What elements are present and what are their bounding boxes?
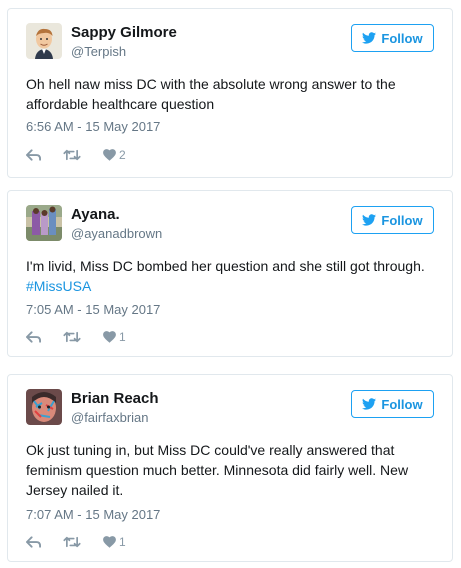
follow-label: Follow bbox=[381, 30, 423, 46]
reply-button[interactable] bbox=[26, 536, 41, 548]
tweet-actions: 1 bbox=[26, 532, 148, 552]
follow-button[interactable]: Follow bbox=[351, 24, 434, 52]
bird-icon bbox=[362, 214, 377, 226]
like-button[interactable]: 1 bbox=[103, 330, 126, 344]
follow-label: Follow bbox=[381, 396, 423, 412]
user-handle[interactable]: @ayanadbrown bbox=[71, 226, 162, 241]
reply-button[interactable] bbox=[26, 149, 41, 161]
timestamp[interactable]: 7:05 AM - 15 May 2017 bbox=[26, 302, 160, 317]
reply-icon bbox=[26, 331, 41, 343]
like-icon bbox=[103, 536, 116, 548]
tweet-card: Ayana. @ayanadbrown Follow I'm livid, Mi… bbox=[7, 190, 453, 357]
user-name[interactable]: Ayana. bbox=[71, 206, 120, 223]
tweet-body: Ok just tuning in, but Miss DC could've … bbox=[26, 442, 409, 498]
avatar[interactable] bbox=[26, 389, 62, 425]
tweet-actions: 1 bbox=[26, 327, 148, 347]
follow-button[interactable]: Follow bbox=[351, 390, 434, 418]
user-name[interactable]: Brian Reach bbox=[71, 390, 159, 407]
tweet-text: Oh hell naw miss DC with the absolute wr… bbox=[26, 74, 436, 114]
like-count: 1 bbox=[119, 330, 126, 344]
tweet-actions: 2 bbox=[26, 145, 148, 165]
retweet-button[interactable] bbox=[63, 331, 81, 343]
retweet-icon bbox=[63, 149, 81, 161]
reply-icon bbox=[26, 536, 41, 548]
bird-icon bbox=[362, 398, 377, 410]
timestamp[interactable]: 6:56 AM - 15 May 2017 bbox=[26, 119, 160, 134]
tweet-text: Ok just tuning in, but Miss DC could've … bbox=[26, 440, 436, 500]
tweet-text: I'm livid, Miss DC bombed her question a… bbox=[26, 256, 436, 296]
bird-icon bbox=[362, 32, 377, 44]
avatar[interactable] bbox=[26, 23, 62, 59]
tweet-card: Brian Reach @fairfaxbrian Follow Ok just… bbox=[7, 374, 453, 562]
like-icon bbox=[103, 149, 116, 161]
follow-button[interactable]: Follow bbox=[351, 206, 434, 234]
retweet-icon bbox=[63, 331, 81, 343]
retweet-button[interactable] bbox=[63, 149, 81, 161]
like-button[interactable]: 2 bbox=[103, 148, 126, 162]
follow-label: Follow bbox=[381, 212, 423, 228]
like-icon bbox=[103, 331, 116, 343]
like-button[interactable]: 1 bbox=[103, 535, 126, 549]
tweet-card: Sappy Gilmore @Terpish Follow Oh hell na… bbox=[7, 8, 453, 178]
reply-icon bbox=[26, 149, 41, 161]
reply-button[interactable] bbox=[26, 331, 41, 343]
retweet-button[interactable] bbox=[63, 536, 81, 548]
retweet-icon bbox=[63, 536, 81, 548]
hashtag-link[interactable]: #MissUSA bbox=[26, 276, 436, 296]
user-handle[interactable]: @Terpish bbox=[71, 44, 126, 59]
timestamp[interactable]: 7:07 AM - 15 May 2017 bbox=[26, 507, 160, 522]
avatar[interactable] bbox=[26, 205, 62, 241]
tweet-body: Oh hell naw miss DC with the absolute wr… bbox=[26, 76, 396, 112]
user-name[interactable]: Sappy Gilmore bbox=[71, 24, 177, 41]
user-handle[interactable]: @fairfaxbrian bbox=[71, 410, 149, 425]
tweet-body: I'm livid, Miss DC bombed her question a… bbox=[26, 258, 425, 274]
like-count: 2 bbox=[119, 148, 126, 162]
like-count: 1 bbox=[119, 535, 126, 549]
